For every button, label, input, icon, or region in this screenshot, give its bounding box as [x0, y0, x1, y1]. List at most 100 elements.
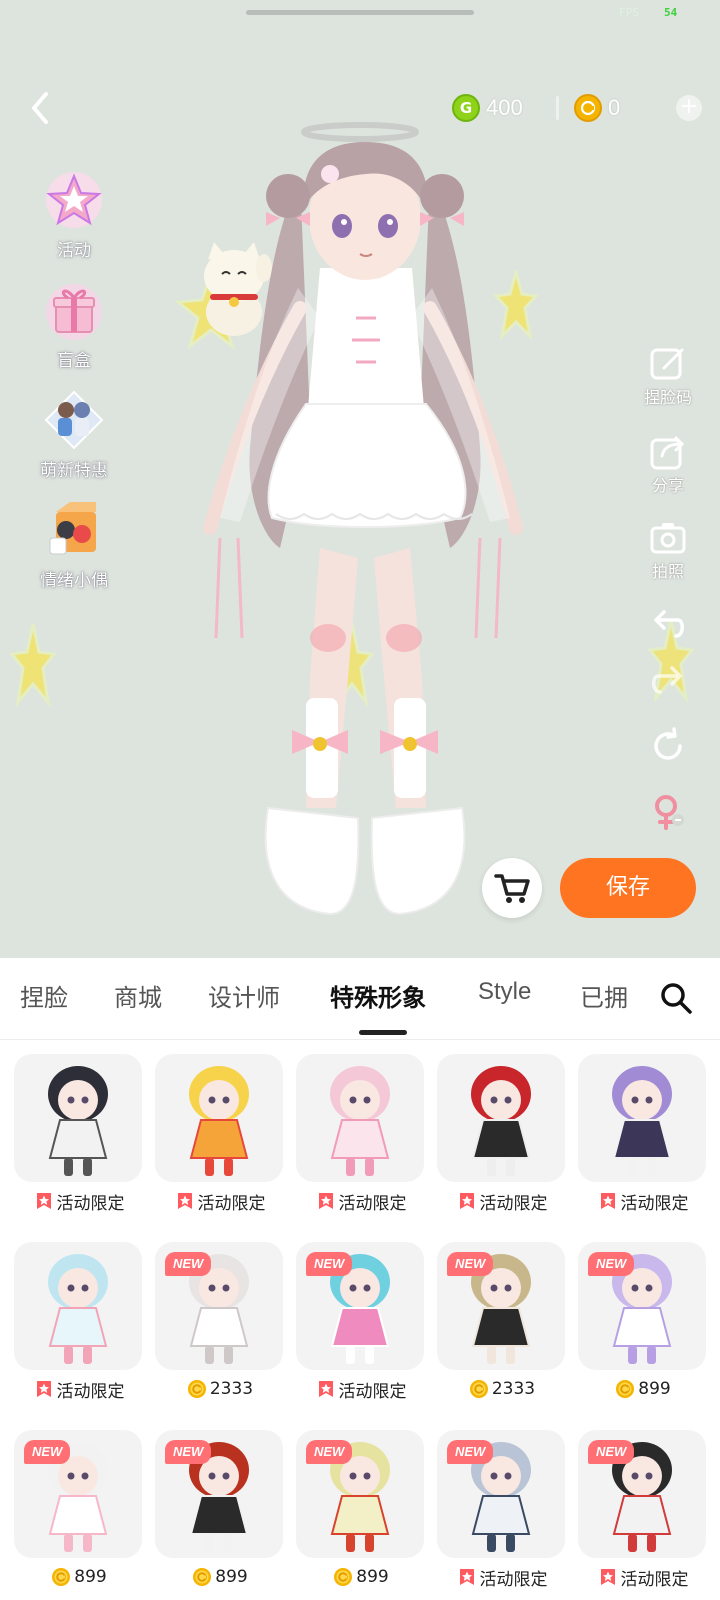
item-card[interactable]: NEW 2333: [437, 1228, 567, 1408]
avatar-figure-icon: [612, 1066, 672, 1176]
redo-icon: [652, 666, 682, 694]
item-card[interactable]: 活动限定: [14, 1228, 144, 1408]
tab-designer[interactable]: 设计师: [208, 978, 280, 1013]
item-price: 899: [74, 1567, 107, 1587]
event-star-icon: [598, 1567, 618, 1587]
new-badge: NEW: [306, 1252, 353, 1276]
item-card[interactable]: NEW 899: [578, 1228, 708, 1408]
left-menu-newbie-offer[interactable]: 萌新特惠: [22, 388, 126, 498]
item-thumbnail: [14, 1054, 142, 1182]
tab-mall[interactable]: 商城: [114, 978, 162, 1013]
item-price: 2333: [491, 1379, 536, 1399]
status-line: [246, 10, 474, 15]
left-menu-label: 盲盒: [57, 351, 91, 371]
item-thumbnail: NEW: [296, 1242, 424, 1370]
blind-box-gift-icon: [46, 284, 102, 340]
reset-icon: [654, 727, 682, 760]
fps-value: 54: [664, 6, 678, 19]
tab-special-avatar[interactable]: 特殊形象: [330, 978, 426, 1013]
price-row: 2333: [437, 1376, 567, 1402]
left-menu-activity[interactable]: 活动: [22, 168, 126, 278]
avatar-figure-icon: [48, 1254, 108, 1364]
face-code-icon: [650, 348, 684, 380]
item-price: 活动限定: [197, 1193, 266, 1214]
new-badge: NEW: [24, 1440, 71, 1464]
item-price: 活动限定: [479, 1193, 548, 1214]
price-row: 活动限定: [14, 1376, 144, 1402]
avatar-figure-icon: [471, 1066, 531, 1176]
tab-face[interactable]: 捏脸: [20, 978, 68, 1013]
gold-coin-icon: [192, 1567, 212, 1587]
gold-coin-icon: [469, 1379, 489, 1399]
event-star-icon: [316, 1191, 336, 1211]
avatar-figure-icon: [48, 1066, 108, 1176]
event-star-icon: [34, 1191, 54, 1211]
event-star-icon: [175, 1191, 195, 1211]
left-menu-label: 萌新特惠: [40, 461, 108, 481]
item-card[interactable]: 活动限定: [437, 1040, 567, 1220]
gold-coin-icon: [333, 1567, 353, 1587]
avatar-character: [203, 122, 523, 916]
gold-coin-icon: [187, 1379, 207, 1399]
event-star-icon: [457, 1191, 477, 1211]
price-row: 899: [14, 1564, 144, 1590]
add-currency-button[interactable]: +: [676, 95, 702, 121]
item-price: 活动限定: [479, 1569, 548, 1590]
cart-button[interactable]: [482, 858, 542, 918]
item-thumbnail: NEW: [578, 1430, 706, 1558]
event-star-icon: [598, 1191, 618, 1211]
price-row: 899: [296, 1564, 426, 1590]
item-price: 活动限定: [338, 1381, 407, 1402]
item-thumbnail: NEW: [296, 1430, 424, 1558]
event-star-icon: [457, 1567, 477, 1587]
avatar-figure-icon: [189, 1066, 249, 1176]
emotion-doll-icon: [49, 502, 96, 555]
item-card[interactable]: NEW 899: [296, 1416, 426, 1596]
item-card[interactable]: 活动限定: [578, 1040, 708, 1220]
item-card[interactable]: NEW 活动限定: [296, 1228, 426, 1408]
new-badge: NEW: [447, 1252, 494, 1276]
item-card[interactable]: NEW 2333: [155, 1228, 285, 1408]
shopping-cart-icon: [494, 874, 530, 903]
item-thumbnail: NEW: [437, 1430, 565, 1558]
new-badge: NEW: [447, 1440, 494, 1464]
item-price: 活动限定: [620, 1569, 689, 1590]
item-thumbnail: [578, 1054, 706, 1182]
item-card[interactable]: NEW 899: [14, 1416, 144, 1596]
tool-label: 捏脸码: [643, 388, 692, 407]
tool-label: 拍照: [651, 562, 684, 581]
search-button[interactable]: [658, 980, 694, 1016]
coin-currency: 0: [574, 92, 620, 124]
price-row: 899: [578, 1376, 708, 1402]
item-card[interactable]: 活动限定: [14, 1040, 144, 1220]
item-thumbnail: NEW: [155, 1242, 283, 1370]
item-price: 活动限定: [56, 1381, 125, 1402]
item-thumbnail: NEW: [437, 1242, 565, 1370]
item-grid: 活动限定 活动限定 活动限定 活动限定 活动限定 活动限定 NEW 2333 NEW 活动限定 NE…: [0, 1040, 720, 1600]
item-card[interactable]: NEW 899: [155, 1416, 285, 1596]
avatar-stage[interactable]: FPS 54 G 400 0 + 活动 盲盒 萌新特惠 情绪小偶 捏脸码 分享 …: [0, 0, 720, 958]
item-card[interactable]: NEW 活动限定: [437, 1416, 567, 1596]
left-menu-emotion-doll[interactable]: 情绪小偶: [22, 498, 126, 608]
price-row: 活动限定: [14, 1188, 144, 1214]
item-card[interactable]: 活动限定: [155, 1040, 285, 1220]
item-thumbnail: NEW: [578, 1242, 706, 1370]
item-card[interactable]: NEW 活动限定: [578, 1416, 708, 1596]
coin-currency-amount: 0: [608, 95, 621, 120]
new-badge: NEW: [165, 1252, 212, 1276]
save-button[interactable]: 保存: [560, 858, 696, 918]
left-menu-blind-box[interactable]: 盲盒: [22, 278, 126, 388]
back-button[interactable]: [22, 88, 62, 128]
item-card[interactable]: 活动限定: [296, 1040, 426, 1220]
price-row: 活动限定: [578, 1188, 708, 1214]
star-decoration: [10, 623, 56, 706]
activity-star-icon: [46, 172, 102, 228]
camera-icon: [650, 523, 686, 554]
tab-style[interactable]: Style: [478, 978, 531, 1006]
tab-owned[interactable]: 已拥: [580, 978, 628, 1013]
item-thumbnail: NEW: [155, 1430, 283, 1558]
item-thumbnail: [437, 1054, 565, 1182]
item-thumbnail: [155, 1054, 283, 1182]
item-thumbnail: [296, 1054, 424, 1182]
price-row: 899: [155, 1564, 285, 1590]
